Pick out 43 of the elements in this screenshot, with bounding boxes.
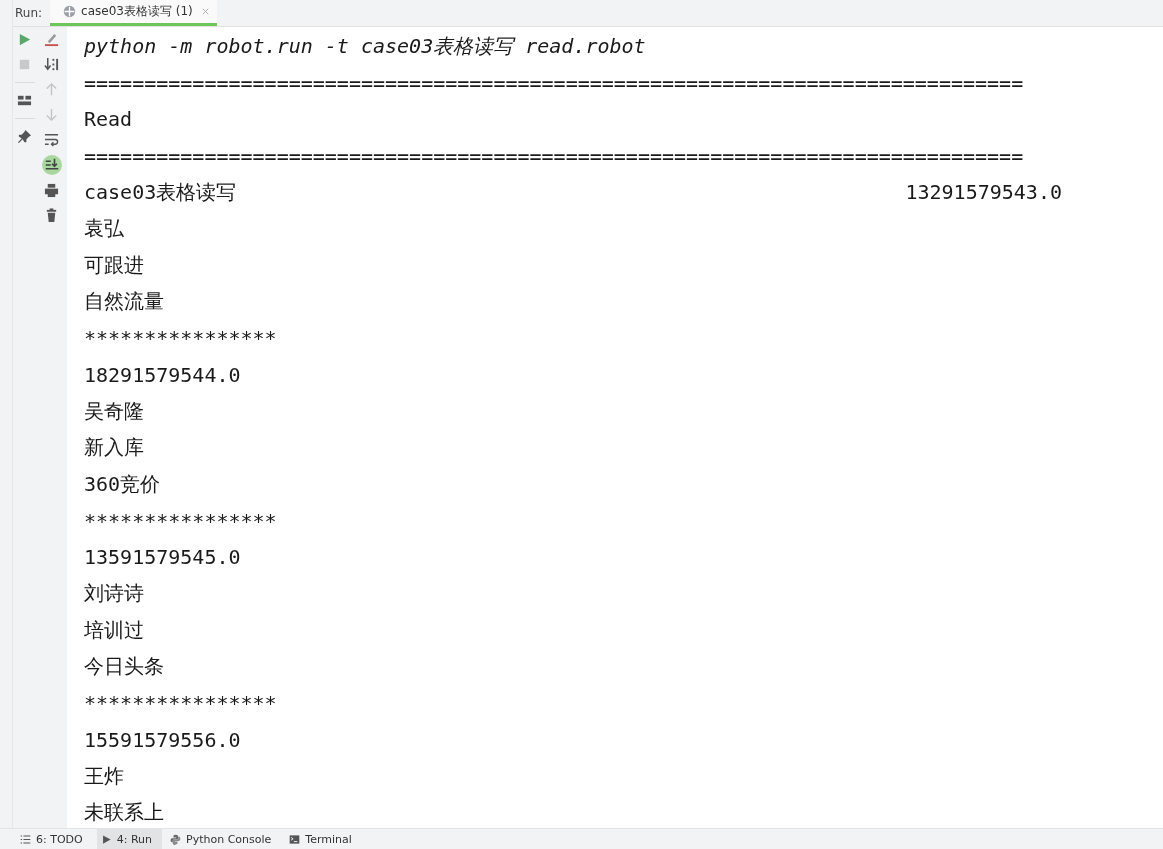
output-line: ==============================================================================: [84, 70, 1024, 95]
output-line: 13291579543.0: [905, 180, 1062, 205]
tool-window-button[interactable]: Terminal: [285, 829, 362, 849]
run-label: Run:: [14, 6, 44, 20]
tool-window-button[interactable]: 6: TODO: [16, 829, 93, 849]
terminal-icon: [289, 833, 301, 845]
soft-wrap-icon[interactable]: [44, 132, 59, 147]
run-tab[interactable]: case03表格读写 (1): [50, 0, 217, 26]
output-line: Read: [84, 107, 133, 132]
output-line: 360竞价: [84, 470, 161, 498]
list-icon: [20, 833, 31, 845]
output-line: 培训过: [84, 616, 144, 644]
python-icon: [170, 833, 181, 845]
layout-icon[interactable]: [17, 93, 32, 108]
play-icon: [100, 833, 112, 845]
output-line: 新入库: [84, 434, 144, 462]
trash-icon[interactable]: [44, 208, 59, 223]
output-line: ****************: [84, 508, 277, 533]
output-line: 王炸: [84, 762, 124, 790]
output-line: 13591579545.0: [84, 545, 241, 570]
output-line: 未联系上: [84, 799, 164, 827]
output-line: ****************: [84, 326, 277, 351]
scroll-to-end-icon[interactable]: [41, 155, 62, 175]
output-line: 可跟进: [84, 251, 144, 279]
sort-down-icon[interactable]: [44, 57, 59, 72]
grid-circle-icon: [63, 5, 77, 18]
output-line: 袁弘: [84, 215, 124, 243]
output-line: ==============================================================================: [84, 143, 1024, 168]
tool-window-button[interactable]: 4: Run: [96, 829, 162, 849]
output-line: 自然流量: [84, 288, 164, 316]
pin-icon[interactable]: [17, 129, 32, 144]
tool-window-button[interactable]: Python Console: [166, 829, 282, 849]
output-line: 18291579544.0: [84, 362, 241, 387]
run-icon[interactable]: [17, 32, 32, 47]
output-line: 吴奇隆: [84, 397, 144, 425]
clear-edit-icon[interactable]: [44, 32, 59, 47]
output-line: ****************: [84, 691, 277, 716]
output-line: 今日头条: [84, 653, 164, 681]
output-line: 刘诗诗: [84, 580, 144, 608]
output-line: case03表格读写: [84, 178, 237, 206]
output-line: 15591579556.0: [84, 727, 241, 752]
print-icon[interactable]: [44, 183, 59, 198]
command-line: python -m robot.run -t case03表格读写 read.robot: [84, 32, 646, 60]
